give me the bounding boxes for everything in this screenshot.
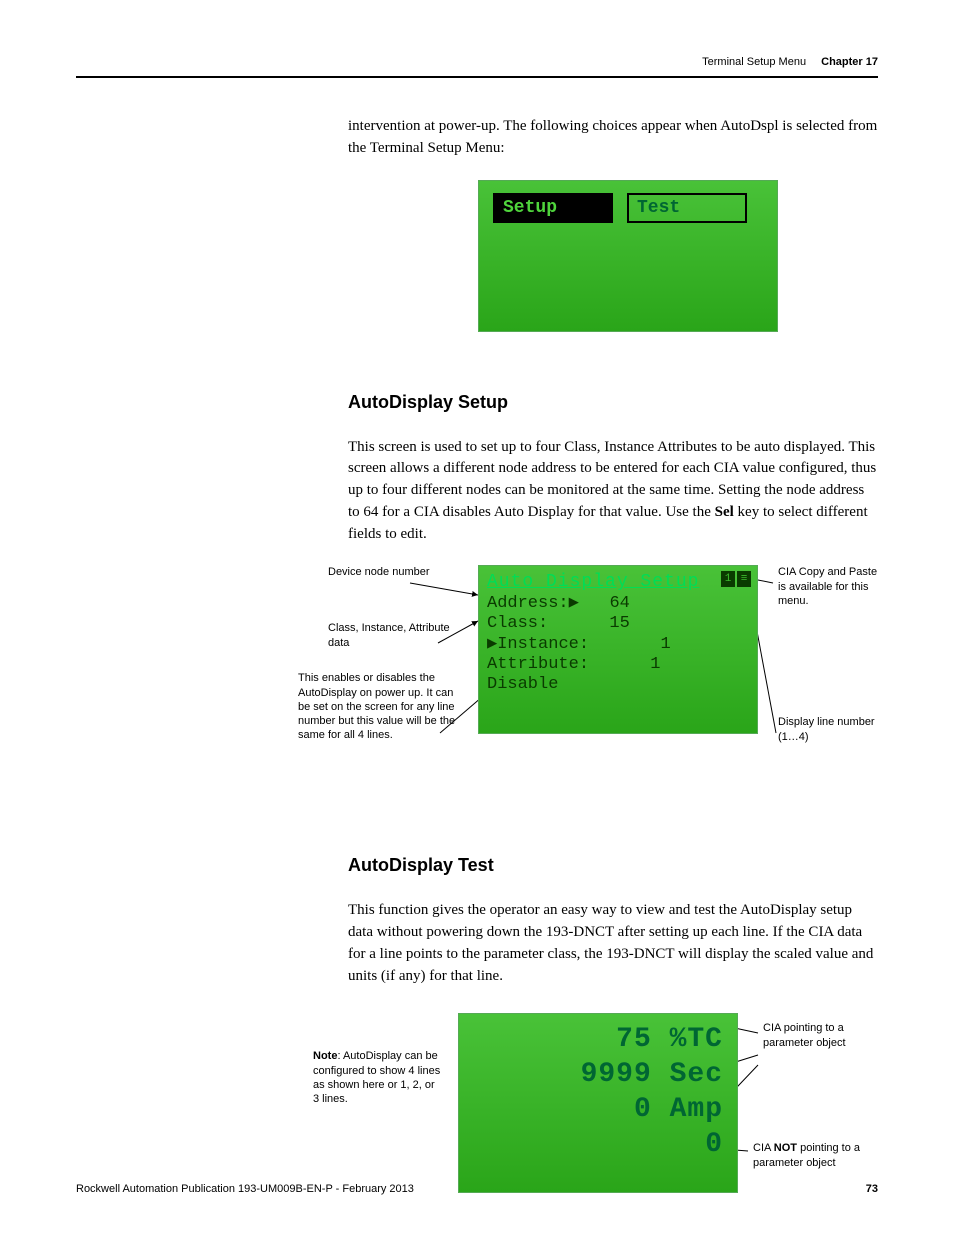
page-header: Terminal Setup Menu Chapter 17 [76,56,878,78]
callout-not-param-object: CIA NOT pointing to a parameter object [753,1141,873,1170]
lcd-test-line1: 75 %TC [616,1022,723,1057]
callout-device-node: Device node number [328,565,468,579]
callout-note: Note: AutoDisplay can be configured to s… [313,1049,443,1106]
lcd-address-row: Address:▶ 64 [487,594,749,614]
lcd-test-line2: 9999 Sec [581,1057,723,1092]
lcd-test-button: Test [627,193,747,223]
lcd-disable-row: Disable [487,675,749,695]
page-footer: Rockwell Automation Publication 193-UM00… [76,1183,878,1195]
setup-diagram: Device node number Class, Instance, Attr… [328,565,878,795]
lcd-setup-title: Auto Display Setup [487,572,749,594]
callout-cia-data: Class, Instance, Attribute data [328,621,468,650]
autodisplay-test-heading: AutoDisplay Test [348,855,878,876]
header-section: Terminal Setup Menu [702,56,806,68]
lcd-class-row: Class: 15 [487,614,749,634]
lcd-instance-row: ▶Instance: 1 [487,635,749,655]
header-chapter: Chapter 17 [821,56,878,68]
corner-line-num: 1 [721,571,735,587]
test-diagram: Note: AutoDisplay can be configured to s… [328,1013,878,1193]
lcd-test-line3: 0 Amp [634,1092,723,1127]
lcd-test-line4: 0 [705,1127,723,1162]
lcd-setup-button: Setup [493,193,613,223]
lcd-test-screenshot: 75 %TC 9999 Sec 0 Amp 0 [458,1013,738,1193]
callout-copy-paste: CIA Copy and Paste is available for this… [778,565,878,608]
footer-publication: Rockwell Automation Publication 193-UM00… [76,1183,414,1195]
callout-enable-disable: This enables or disables the AutoDisplay… [298,671,468,742]
autodisplay-setup-body: This screen is used to set up to four Cl… [348,437,878,546]
callout-display-line: Display line number (1…4) [778,715,878,744]
callout-param-object: CIA pointing to a parameter object [763,1021,873,1050]
autodisplay-test-body: This function gives the operator an easy… [348,900,878,987]
lcd-attribute-row: Attribute: 1 [487,655,749,675]
lcd-menu-screenshot: Setup Test [478,180,778,332]
corner-menu-icon: ≡ [737,571,751,587]
footer-page-number: 73 [866,1183,878,1195]
lcd-setup-screenshot: 1 ≡ Auto Display Setup Address:▶ 64 Clas… [478,565,758,734]
intro-paragraph: intervention at power-up. The following … [348,116,878,160]
autodisplay-setup-heading: AutoDisplay Setup [348,392,878,413]
